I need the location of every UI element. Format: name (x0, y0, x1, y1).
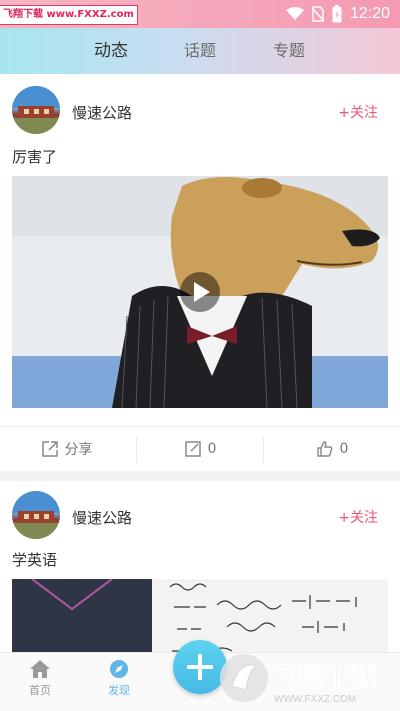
watermark-label: 飞翔下载 www.FXXZ.com (0, 5, 138, 25)
home-icon (30, 660, 50, 678)
nav-discover[interactable]: 发现 (89, 659, 149, 698)
thumbs-up-icon (316, 441, 332, 457)
share-button[interactable]: 分享 (0, 427, 133, 471)
logo-watermark: 飞翔下载 WWW.FXXZ.COM (218, 650, 400, 706)
nav-discover-label: 发现 (108, 684, 130, 697)
video-thumbnail[interactable] (12, 176, 388, 408)
like-button[interactable]: 0 (264, 427, 400, 471)
tab-dongtai[interactable]: 动态 (71, 28, 151, 74)
battery-icon (332, 5, 342, 23)
clock: 12:20 (349, 5, 390, 22)
post-text: 学英语 (12, 551, 58, 569)
status-bar: 飞翔下载 www.FXXZ.com 12:20 (0, 0, 400, 28)
username[interactable]: 慢速公路 (72, 102, 132, 123)
like-count: 0 (339, 441, 349, 457)
no-sim-icon (311, 6, 324, 22)
post-text: 厉害了 (12, 148, 58, 166)
feed-list[interactable]: 慢速公路 +关注 厉害了 分享 0 0 慢速公路 +关注 学英语 (0, 74, 400, 652)
post-separator (0, 471, 400, 481)
share-label: 分享 (64, 442, 93, 458)
tab-zhuanti[interactable]: 专题 (249, 28, 329, 74)
wifi-icon (285, 7, 304, 20)
edit-icon (184, 441, 201, 457)
tab-huati[interactable]: 话题 (160, 28, 240, 74)
avatar[interactable] (12, 86, 60, 134)
status-icons: 12:20 (285, 4, 390, 24)
comment-count: 0 (207, 441, 217, 457)
top-tab-bar: 动态 话题 专题 (0, 28, 400, 74)
logo-watermark-text: 飞翔下载 (272, 663, 376, 693)
username[interactable]: 慢速公路 (72, 507, 132, 528)
follow-button[interactable]: +关注 (338, 507, 378, 527)
comment-button[interactable]: 0 (137, 427, 263, 471)
nav-home[interactable]: 首页 (10, 659, 70, 698)
logo-watermark-url: WWW.FXXZ.COM (274, 694, 356, 705)
avatar[interactable] (12, 491, 60, 539)
post-actions: 分享 0 0 (0, 426, 400, 471)
follow-button[interactable]: +关注 (338, 102, 378, 122)
compass-icon (110, 660, 128, 678)
nav-home-label: 首页 (29, 684, 51, 697)
share-icon (41, 441, 58, 457)
